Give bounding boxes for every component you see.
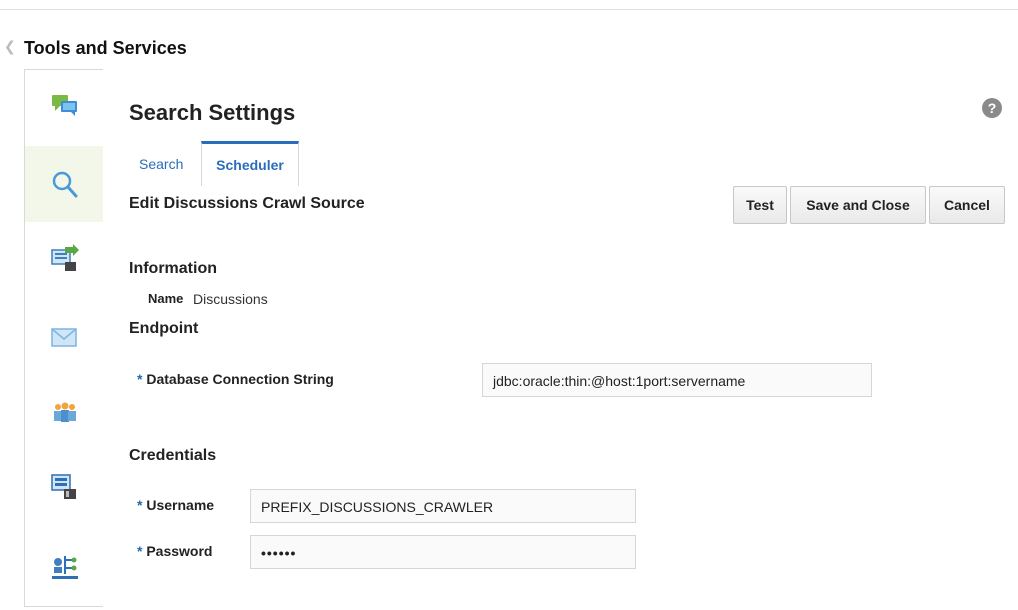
network-icon — [52, 556, 78, 579]
tab-scheduler[interactable]: Scheduler — [201, 141, 299, 186]
sidebar — [24, 69, 103, 607]
test-button[interactable]: Test — [733, 186, 787, 224]
db-connection-label: * Database Connection String — [137, 371, 334, 387]
username-input[interactable]: PREFIX_DISCUSSIONS_CRAWLER — [250, 489, 636, 523]
name-label: Name — [148, 291, 184, 306]
required-marker: * — [137, 371, 143, 387]
sidebar-item-export[interactable] — [25, 222, 103, 298]
sidebar-item-people[interactable] — [25, 374, 103, 450]
information-heading: Information — [129, 260, 217, 277]
form-heading: Edit Discussions Crawl Source — [129, 195, 365, 212]
server-icon — [51, 474, 76, 499]
top-divider — [0, 9, 1018, 10]
tab-bar: Search Scheduler — [129, 141, 309, 186]
export-icon — [51, 244, 79, 271]
password-label: * Password — [137, 543, 213, 559]
save-and-close-button[interactable]: Save and Close — [790, 186, 926, 224]
chat-icon — [52, 95, 77, 116]
credentials-heading: Credentials — [129, 447, 217, 464]
sidebar-item-server[interactable] — [25, 450, 103, 526]
endpoint-heading: Endpoint — [129, 320, 199, 337]
collapse-arrow-icon[interactable]: ❮ — [4, 38, 16, 55]
sidebar-item-chat[interactable] — [25, 70, 103, 146]
sidebar-item-mail[interactable] — [25, 298, 103, 374]
app-title: Tools and Services — [24, 38, 187, 58]
people-icon — [54, 402, 76, 422]
mail-icon — [51, 328, 77, 347]
name-value: Discussions — [193, 291, 268, 307]
cancel-button[interactable]: Cancel — [929, 186, 1005, 224]
sidebar-item-network[interactable] — [25, 526, 103, 602]
tab-search[interactable]: Search — [139, 141, 191, 183]
sidebar-item-search[interactable] — [25, 146, 103, 222]
username-label: * Username — [137, 497, 215, 513]
help-icon[interactable]: ? — [982, 98, 1002, 118]
db-connection-input[interactable]: jdbc:oracle:thin:@host:1port:servername — [482, 363, 872, 397]
password-input[interactable]: •••••• — [250, 535, 636, 569]
search-icon — [52, 171, 78, 198]
page-title: Search Settings — [129, 100, 296, 125]
